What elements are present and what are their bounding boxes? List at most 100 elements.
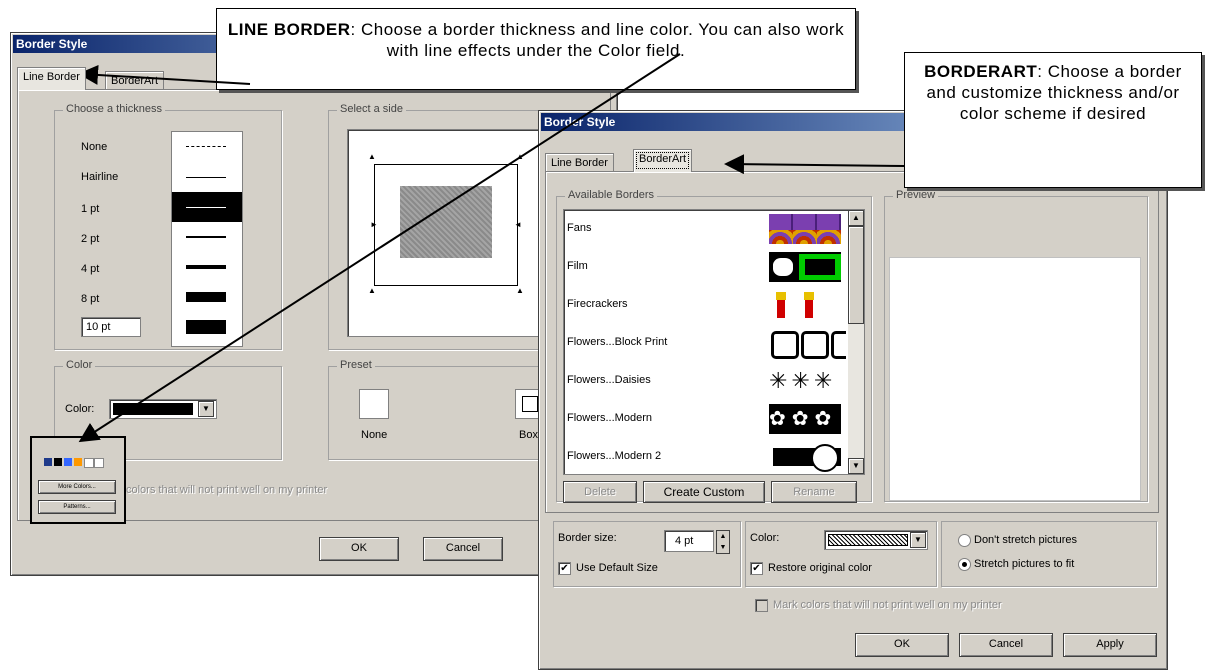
border-size-input[interactable]: 4 pt bbox=[664, 530, 714, 552]
create-custom-label: Create Custom bbox=[663, 485, 745, 499]
thickness-none-label[interactable]: None bbox=[81, 141, 107, 153]
preview-area bbox=[889, 257, 1141, 501]
use-default-size-checkbox[interactable]: ✔ bbox=[558, 562, 571, 575]
border-item-flowers-daisies[interactable]: Flowers...Daisies ✳✳✳ bbox=[564, 362, 846, 400]
corner-marker-tl: ▲ bbox=[368, 152, 376, 161]
more-colors-label: More Colors... bbox=[58, 484, 96, 490]
color-dropdown[interactable]: ▼ bbox=[109, 399, 217, 419]
border-item-label: Flowers...Modern 2 bbox=[567, 450, 662, 462]
more-colors-button[interactable]: More Colors... bbox=[38, 480, 116, 494]
modern-art: ✿✿✿ bbox=[769, 404, 841, 434]
border-item-label: Flowers...Block Print bbox=[567, 336, 668, 348]
preset-group: Preset None Box bbox=[328, 359, 570, 460]
use-default-size-label[interactable]: Use Default Size bbox=[576, 562, 658, 574]
border-item-film[interactable]: Film bbox=[564, 248, 846, 286]
border-size-spinner[interactable]: ▲ ▼ bbox=[716, 530, 730, 554]
delete-label: Delete bbox=[584, 486, 616, 498]
swatch-1pt[interactable] bbox=[172, 192, 242, 223]
thickness-custom-input[interactable]: 10 pt bbox=[81, 317, 141, 337]
tab-borderart[interactable]: BorderArt bbox=[105, 71, 165, 90]
color2-dropdown[interactable]: ▼ bbox=[824, 530, 928, 550]
popup-color-blue[interactable] bbox=[64, 458, 72, 466]
tab2-borderart-label: BorderArt bbox=[639, 153, 687, 165]
color-popup[interactable]: More Colors... Patterns... bbox=[30, 436, 126, 524]
thickness-swatch-list[interactable] bbox=[171, 131, 243, 347]
preview-legend: Preview bbox=[893, 189, 939, 201]
tab2-line-border-label: Line Border bbox=[551, 157, 608, 169]
line-border-callout-text: LINE BORDER: Choose a border thickness a… bbox=[225, 19, 847, 61]
available-borders-group: Available Borders Fans Film Firecrackers… bbox=[556, 189, 872, 503]
thickness-2pt-label[interactable]: 2 pt bbox=[81, 233, 99, 245]
thickness-8pt-label[interactable]: 8 pt bbox=[81, 293, 99, 305]
film-art bbox=[769, 252, 841, 282]
line-border-callout: LINE BORDER: Choose a border thickness a… bbox=[216, 8, 856, 90]
popup-color-white-2[interactable] bbox=[94, 458, 104, 468]
dialog2-apply-button[interactable]: Apply bbox=[1063, 633, 1157, 657]
borders-scrollbar[interactable]: ▲ ▼ bbox=[848, 210, 864, 474]
border-item-label: Flowers...Daisies bbox=[567, 374, 651, 386]
border-item-flowers-block-print[interactable]: Flowers...Block Print bbox=[564, 324, 846, 362]
block-print-art bbox=[769, 328, 846, 359]
preset-none-button[interactable] bbox=[359, 389, 389, 419]
restore-original-color-checkbox[interactable]: ✔ bbox=[750, 562, 763, 575]
stretch-to-fit-radio[interactable] bbox=[958, 558, 971, 571]
patterns-label: Patterns... bbox=[63, 504, 91, 510]
border-item-fans[interactable]: Fans bbox=[564, 210, 846, 248]
borderart-heading: BORDERART bbox=[924, 62, 1038, 81]
border-item-label: Film bbox=[567, 260, 588, 272]
dialog1-cancel-button[interactable]: Cancel bbox=[423, 537, 503, 561]
thickness-hairline-label[interactable]: Hairline bbox=[81, 171, 118, 183]
color-dropdown-arrow[interactable]: ▼ bbox=[198, 401, 214, 417]
thickness-4pt-label[interactable]: 4 pt bbox=[81, 263, 99, 275]
thickness-1pt-label[interactable]: 1 pt bbox=[81, 203, 99, 215]
create-custom-button[interactable]: Create Custom bbox=[643, 481, 765, 503]
swatch-4pt[interactable] bbox=[172, 252, 242, 283]
dialog2-cancel-button[interactable]: Cancel bbox=[959, 633, 1053, 657]
dialog2-ok-button[interactable]: OK bbox=[855, 633, 949, 657]
preview-group: Preview bbox=[884, 189, 1148, 502]
popup-color-navy[interactable] bbox=[44, 458, 52, 466]
color-options-group: Color: ▼ ✔ Restore original color bbox=[745, 521, 937, 587]
corner-marker-bl: ▲ bbox=[368, 286, 376, 295]
dont-stretch-label[interactable]: Don't stretch pictures bbox=[974, 534, 1077, 546]
scroll-thumb[interactable] bbox=[848, 226, 864, 324]
swatch-8pt[interactable] bbox=[172, 282, 242, 313]
borderart-panel: Available Borders Fans Film Firecrackers… bbox=[545, 171, 1159, 513]
select-side-legend: Select a side bbox=[337, 103, 406, 115]
color-label: Color: bbox=[65, 403, 95, 415]
color2-pattern-swatch bbox=[828, 534, 908, 546]
available-borders-legend: Available Borders bbox=[565, 189, 658, 201]
delete-button[interactable]: Delete bbox=[563, 481, 637, 503]
ok2-label: OK bbox=[894, 638, 910, 650]
swatch-hairline[interactable] bbox=[172, 162, 242, 193]
popup-color-row[interactable] bbox=[44, 458, 104, 468]
tab-line-border[interactable]: Line Border bbox=[17, 67, 86, 90]
border-item-flowers-modern[interactable]: Flowers...Modern ✿✿✿ bbox=[564, 400, 846, 438]
preset-box-glyph bbox=[522, 396, 538, 412]
popup-color-orange[interactable] bbox=[74, 458, 82, 466]
rename-button[interactable]: Rename bbox=[771, 481, 857, 503]
color2-dropdown-arrow[interactable]: ▼ bbox=[910, 532, 926, 548]
border-item-label: Fans bbox=[567, 222, 592, 234]
tab2-borderart[interactable]: BorderArt bbox=[633, 149, 693, 172]
side-preview[interactable]: ▲ ▲ ▲ ▲ ► ◄ bbox=[347, 129, 549, 337]
restore-original-color-label[interactable]: Restore original color bbox=[768, 562, 872, 574]
popup-color-black[interactable] bbox=[54, 458, 62, 466]
scroll-up-button[interactable]: ▲ bbox=[848, 210, 864, 226]
color-swatch-black bbox=[113, 403, 193, 415]
tab2-line-border[interactable]: Line Border bbox=[545, 153, 614, 172]
swatch-none[interactable] bbox=[172, 132, 242, 163]
stretch-to-fit-label[interactable]: Stretch pictures to fit bbox=[974, 558, 1074, 570]
popup-color-white[interactable] bbox=[84, 458, 94, 468]
scroll-down-button[interactable]: ▼ bbox=[848, 458, 864, 474]
swatch-2pt[interactable] bbox=[172, 222, 242, 253]
ok-label: OK bbox=[351, 542, 367, 554]
border-item-firecrackers[interactable]: Firecrackers bbox=[564, 286, 846, 324]
mark-colors-checkbox[interactable] bbox=[755, 599, 768, 612]
border-item-flowers-modern-2[interactable]: Flowers...Modern 2 bbox=[564, 438, 846, 474]
available-borders-list[interactable]: Fans Film Firecrackers Flowers...Block P… bbox=[563, 209, 865, 475]
dont-stretch-radio[interactable] bbox=[958, 534, 971, 547]
swatch-10pt[interactable] bbox=[172, 312, 242, 342]
patterns-button[interactable]: Patterns... bbox=[38, 500, 116, 514]
dialog1-ok-button[interactable]: OK bbox=[319, 537, 399, 561]
